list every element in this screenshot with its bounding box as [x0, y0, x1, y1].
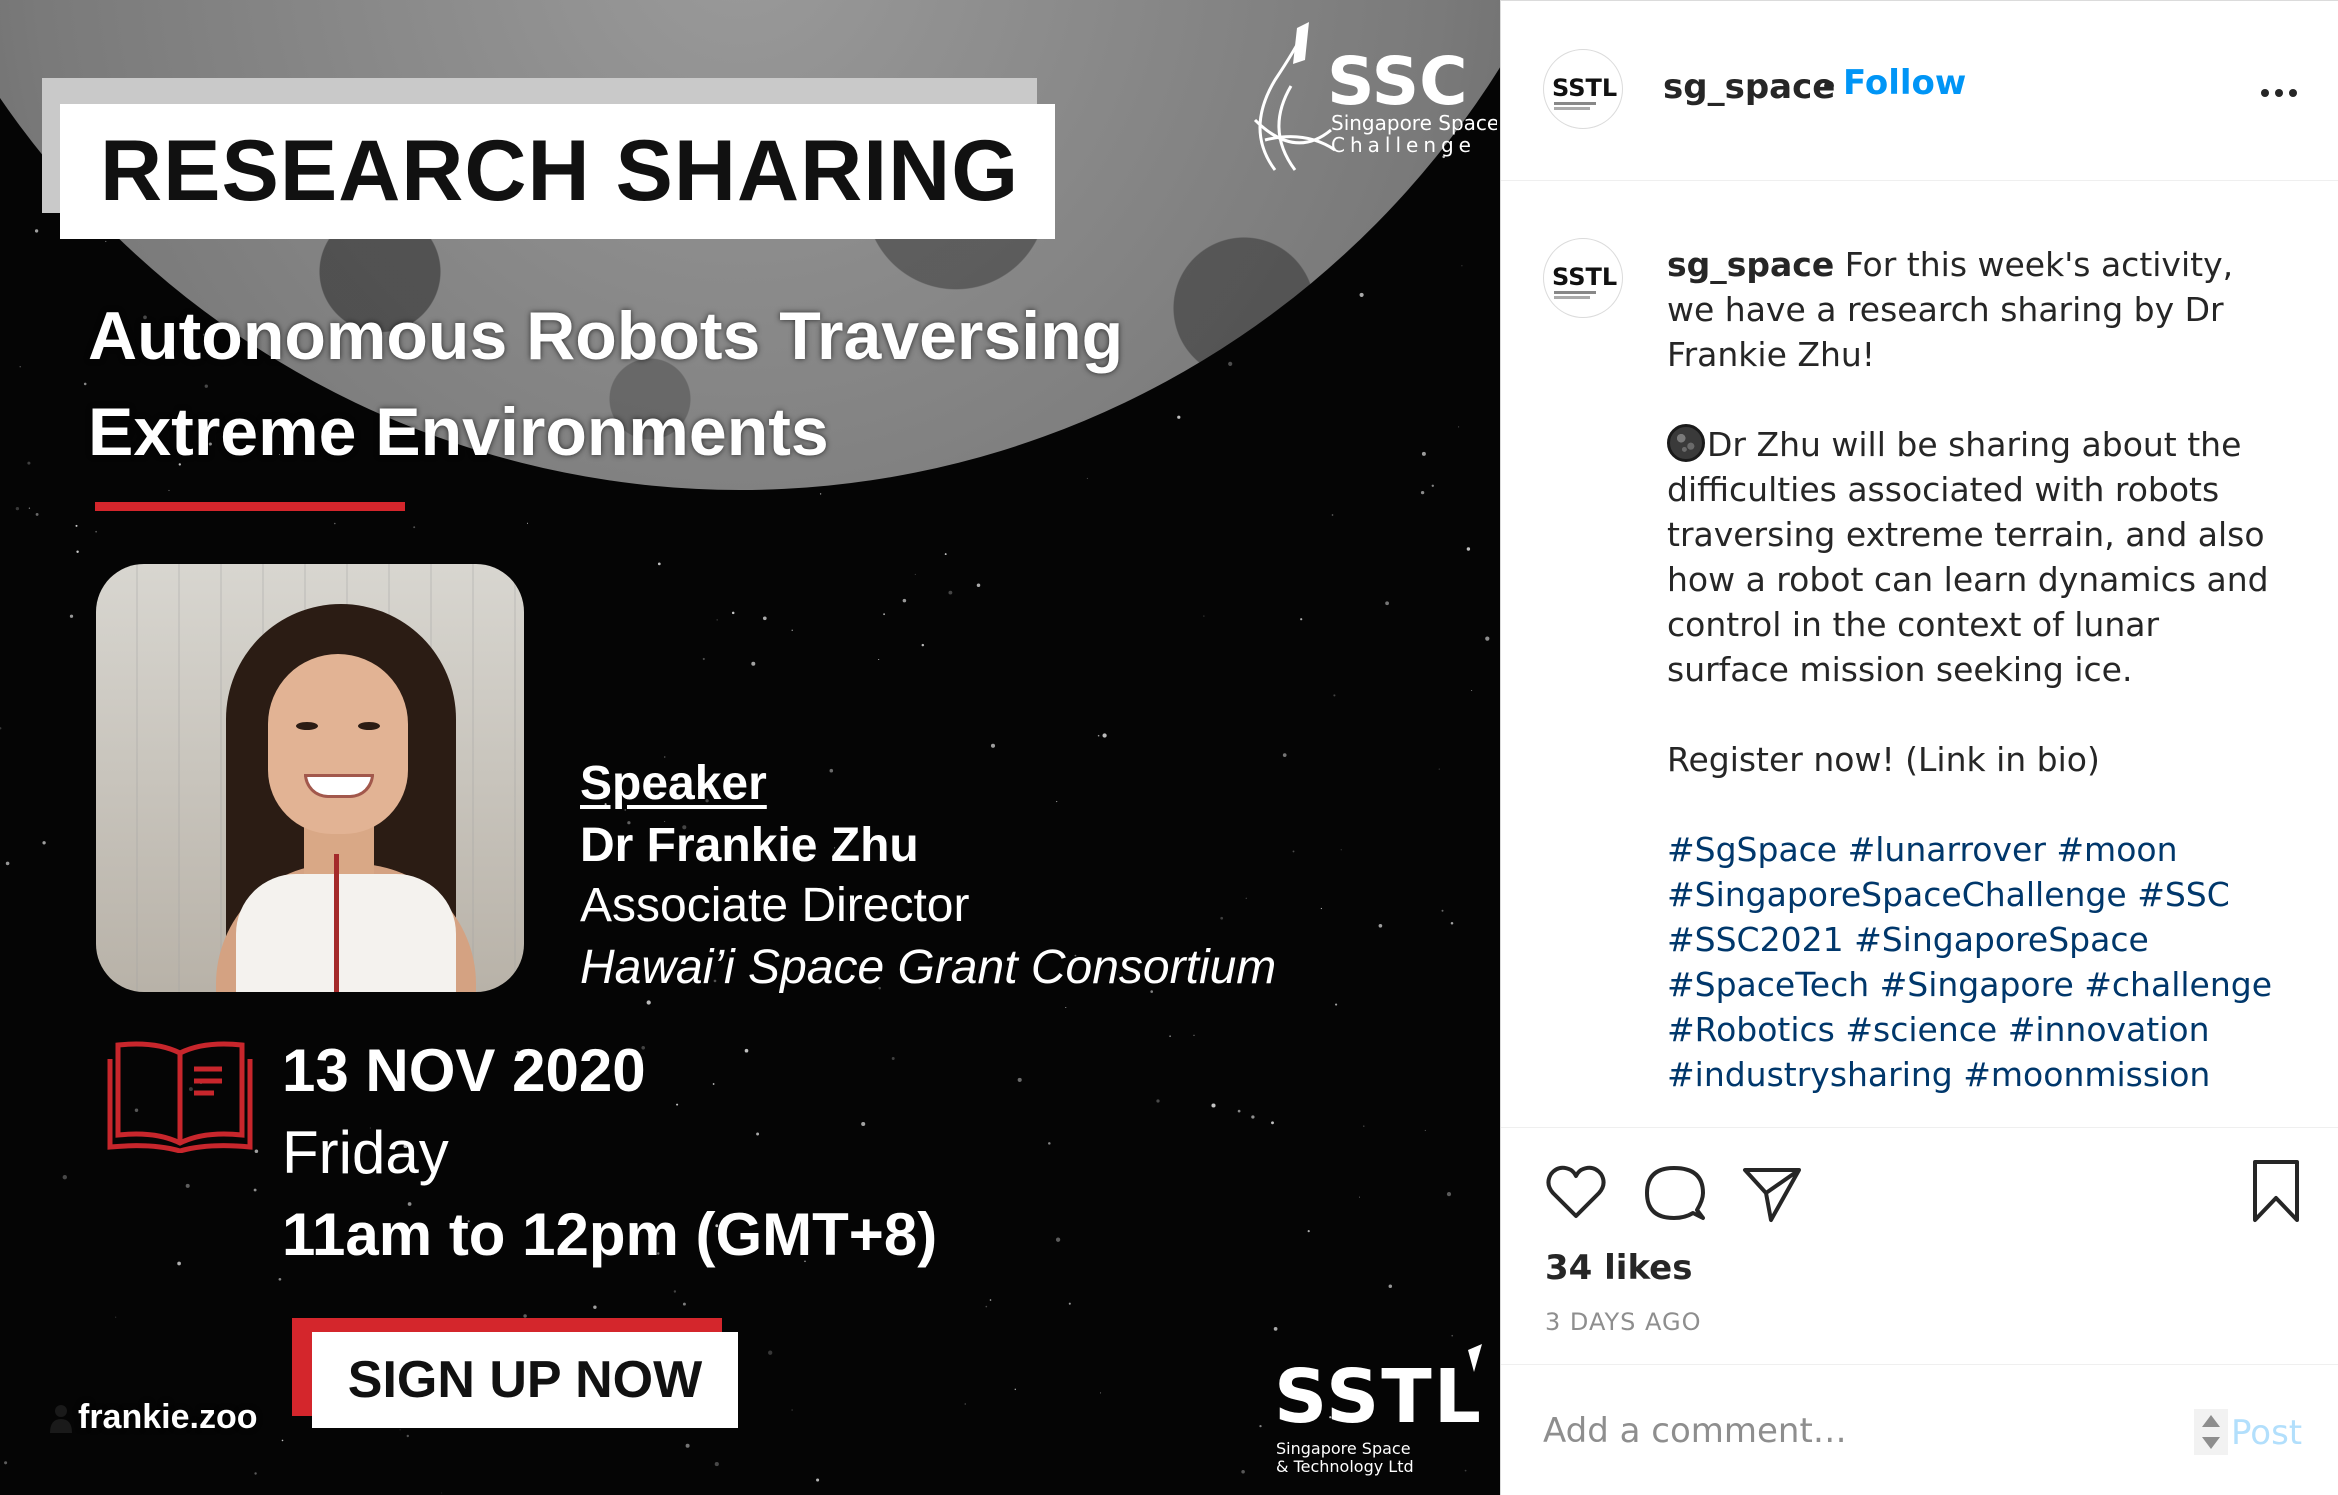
tagged-username[interactable]: frankie.zoo	[78, 1398, 257, 1437]
more-horizontal-icon[interactable]	[2257, 75, 2301, 111]
title-banner: RESEARCH SHARING	[60, 104, 1055, 239]
poster-title: RESEARCH SHARING	[100, 123, 1020, 219]
comment-input[interactable]	[1543, 1401, 2183, 1461]
separator-dot: •	[1819, 67, 1840, 107]
hashtag-link[interactable]: #moon	[2056, 830, 2177, 869]
resize-arrows-icon	[2194, 1409, 2228, 1455]
svg-text:SSTL: SSTL	[1552, 263, 1617, 291]
likes-count[interactable]: 34 likes	[1545, 1248, 1692, 1288]
caption-username[interactable]: sg_space	[1667, 245, 1834, 284]
event-day: Friday	[282, 1119, 449, 1186]
hashtag-link[interactable]: #challenge	[2084, 965, 2272, 1004]
person-tag-icon	[50, 1404, 72, 1433]
avatar[interactable]: SSTL	[1543, 49, 1623, 129]
caption-avatar[interactable]: SSTL	[1543, 238, 1623, 318]
header-username[interactable]: sg_space	[1663, 67, 1835, 107]
hashtag-link[interactable]: #SgSpace	[1667, 830, 1837, 869]
svg-text:SSC: SSC	[1327, 43, 1468, 120]
moon-emoji-icon	[1667, 424, 1705, 462]
svg-text:SSTL: SSTL	[1552, 74, 1617, 102]
hashtag-link[interactable]: #industrysharing	[1667, 1055, 1953, 1094]
post-image[interactable]: RESEARCH SHARING Autonomous Robots Trave…	[0, 0, 1500, 1495]
post-timestamp[interactable]: 3 DAYS AGO	[1545, 1308, 1702, 1336]
sstl-logo: SSTL Singapore Space & Technology Ltd	[1274, 1344, 1483, 1476]
hashtag-link[interactable]: #SingaporeSpaceChallenge	[1667, 875, 2127, 914]
post-caption: sg_space For this week's activity, we ha…	[1667, 242, 2287, 1097]
speaker-heading: Speaker	[580, 757, 767, 810]
book-icon	[107, 1041, 253, 1153]
speaker-photo	[96, 564, 524, 992]
speaker-name: Dr Frankie Zhu	[580, 819, 919, 872]
hashtag-link[interactable]: #SpaceTech	[1667, 965, 1869, 1004]
hashtag-link[interactable]: #innovation	[2008, 1010, 2210, 1049]
bookmark-icon[interactable]	[2243, 1158, 2309, 1224]
svg-text:SSTL: SSTL	[1274, 1354, 1483, 1440]
heart-icon[interactable]	[1543, 1160, 1609, 1226]
event-date: 13 NOV 2020	[282, 1037, 646, 1104]
hashtag-list: #SgSpace #lunarrover #moon #SingaporeSpa…	[1667, 827, 2287, 1097]
hashtag-link[interactable]: #SSC2021	[1667, 920, 1844, 959]
ssc-logo: SSC Singapore Space Challenge	[1253, 22, 1497, 171]
follow-button[interactable]: Follow	[1843, 63, 1966, 103]
signup-banner: SIGN UP NOW	[312, 1332, 738, 1428]
svg-text:Challenge: Challenge	[1331, 133, 1476, 157]
poster-subtitle: Autonomous Robots Traversing Extreme Env…	[88, 288, 1388, 480]
subtitle-line-2: Extreme Environments	[88, 394, 829, 470]
hashtag-link[interactable]: #Robotics	[1667, 1010, 1835, 1049]
subtitle-line-1: Autonomous Robots Traversing	[88, 298, 1124, 374]
comments-section[interactable]: SSTL sg_space For this week's activity, …	[1501, 182, 2338, 1126]
svg-text:& Technology Ltd: & Technology Ltd	[1276, 1457, 1414, 1476]
post-actions: 34 likes 3 DAYS AGO	[1501, 1127, 2338, 1367]
red-divider	[95, 502, 405, 511]
tagged-user[interactable]: frankie.zoo	[50, 1398, 257, 1437]
hashtag-link[interactable]: #science	[1845, 1010, 1997, 1049]
event-time: 11am to 12pm (GMT+8)	[282, 1201, 938, 1268]
svg-text:Singapore Space: Singapore Space	[1331, 111, 1497, 135]
hashtag-link[interactable]: #SSC	[2137, 875, 2230, 914]
post-comment-button[interactable]: Post	[2231, 1413, 2302, 1453]
speaker-role: Associate Director	[580, 879, 970, 932]
comment-bar: Post	[1501, 1364, 2338, 1495]
speaker-organization: Hawai’i Space Grant Consortium	[580, 941, 1277, 994]
post-header: SSTL sg_space • Follow	[1501, 1, 2338, 181]
caption-body: Dr Zhu will be sharing about the difficu…	[1667, 425, 2269, 689]
svg-text:Singapore Space: Singapore Space	[1276, 1439, 1411, 1458]
hashtag-link[interactable]: #lunarrover	[1848, 830, 2046, 869]
comment-icon[interactable]	[1641, 1160, 1707, 1226]
caption-cta: Register now! (Link in bio)	[1667, 740, 2100, 779]
send-icon[interactable]	[1739, 1160, 1805, 1226]
hashtag-link[interactable]: #moonmission	[1963, 1055, 2210, 1094]
post-sidebar: SSTL sg_space • Follow SSTL sg_space For…	[1500, 0, 2338, 1495]
hashtag-link[interactable]: #SingaporeSpace	[1854, 920, 2149, 959]
hashtag-link[interactable]: #Singapore	[1880, 965, 2074, 1004]
signup-label: SIGN UP NOW	[347, 1351, 703, 1409]
